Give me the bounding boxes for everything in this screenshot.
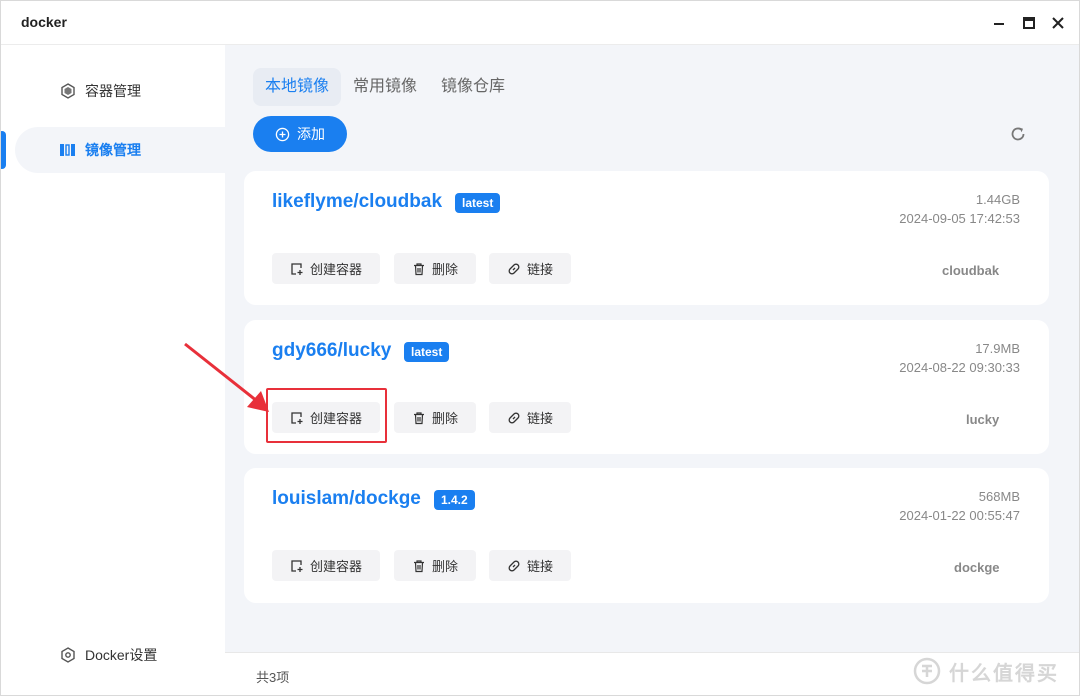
image-size: 568MB — [978, 489, 1020, 504]
link-icon — [508, 263, 520, 274]
add-square-icon — [291, 411, 303, 424]
sidebar: 容器管理 镜像管理 Docker设置 — [1, 45, 225, 695]
create-container-button[interactable]: 创建容器 — [272, 550, 380, 581]
tab-local-images[interactable]: 本地镜像 — [253, 68, 342, 106]
button-label: 删除 — [431, 559, 458, 574]
link-icon — [508, 412, 520, 423]
button-label: 删除 — [431, 262, 458, 277]
watermark-logo-icon — [913, 657, 941, 685]
image-tag-badge: 1.4.2 — [434, 490, 475, 510]
image-card: louislam/dockge 1.4.2 568MB 2024-01-22 0… — [244, 468, 1049, 603]
image-name[interactable]: likeflyme/cloudbak — [272, 191, 442, 213]
close-button[interactable] — [1048, 13, 1068, 33]
image-card: gdy666/lucky latest 17.9MB 2024-08-22 09… — [244, 320, 1049, 454]
delete-button[interactable]: 删除 — [394, 253, 476, 284]
button-label: 删除 — [431, 411, 458, 426]
sidebar-item-docker-settings[interactable]: Docker设置 — [15, 632, 225, 678]
sidebar-item-images[interactable]: 镜像管理 — [15, 127, 225, 173]
add-button-label: 添加 — [297, 126, 325, 142]
image-short-name: lucky — [966, 412, 1000, 427]
minimize-icon — [994, 23, 1004, 25]
image-size: 17.9MB — [975, 341, 1020, 356]
create-container-button[interactable]: 创建容器 — [272, 253, 380, 284]
link-button[interactable]: 链接 — [489, 402, 571, 433]
delete-button[interactable]: 删除 — [394, 550, 476, 581]
image-card: likeflyme/cloudbak latest 1.44GB 2024-09… — [244, 171, 1049, 305]
add-square-icon — [291, 262, 303, 275]
tab-common-images[interactable]: 常用镜像 — [341, 68, 429, 106]
cube-icon — [61, 83, 75, 99]
refresh-icon[interactable] — [1009, 125, 1027, 143]
minimize-button[interactable] — [989, 13, 1009, 33]
active-indicator — [1, 131, 6, 169]
settings-hex-icon — [61, 647, 75, 663]
image-size: 1.44GB — [975, 192, 1020, 207]
image-short-name: cloudbak — [942, 263, 1000, 278]
plus-circle-icon — [275, 127, 290, 141]
button-label: 创建容器 — [309, 262, 362, 277]
button-label: 链接 — [526, 262, 553, 277]
main-panel: 本地镜像 常用镜像 镜像仓库 添加 likeflyme/cloudbak lat… — [225, 45, 1079, 695]
item-count: 共3项 — [256, 670, 290, 685]
button-label: 创建容器 — [309, 411, 362, 426]
maximize-button[interactable] — [1019, 13, 1039, 33]
link-button[interactable]: 链接 — [489, 253, 571, 284]
image-name[interactable]: gdy666/lucky — [272, 340, 391, 362]
sidebar-item-label: Docker设置 — [85, 647, 158, 663]
trash-icon — [413, 559, 424, 572]
tab-bar: 本地镜像 常用镜像 镜像仓库 — [253, 68, 517, 106]
window-title: docker — [21, 14, 67, 30]
add-square-icon — [291, 559, 303, 572]
tab-image-registry[interactable]: 镜像仓库 — [429, 68, 517, 106]
link-icon — [508, 560, 520, 571]
sidebar-item-containers[interactable]: 容器管理 — [15, 68, 225, 114]
image-created-date: 2024-01-22 00:55:47 — [899, 508, 1020, 523]
image-tag-badge: latest — [404, 342, 450, 362]
button-label: 链接 — [526, 559, 553, 574]
sidebar-item-label: 镜像管理 — [85, 142, 141, 158]
button-label: 链接 — [526, 411, 553, 426]
add-button[interactable]: 添加 — [253, 116, 347, 152]
docker-window: docker 容器管理 镜像管理 Docker设置 本地镜像 常用镜像 镜像仓库… — [0, 0, 1080, 696]
close-icon — [1052, 17, 1064, 29]
sidebar-item-label: 容器管理 — [85, 83, 141, 99]
button-label: 创建容器 — [309, 559, 362, 574]
create-container-button[interactable]: 创建容器 — [272, 402, 380, 433]
image-created-date: 2024-08-22 09:30:33 — [899, 360, 1020, 375]
image-name[interactable]: louislam/dockge — [272, 488, 421, 510]
image-layers-icon — [60, 144, 75, 156]
image-tag-badge: latest — [455, 193, 501, 213]
trash-icon — [413, 262, 424, 275]
delete-button[interactable]: 删除 — [394, 402, 476, 433]
watermark: 什么值得买 — [913, 653, 1079, 689]
watermark-text: 什么值得买 — [949, 662, 1059, 685]
image-created-date: 2024-09-05 17:42:53 — [899, 211, 1020, 226]
maximize-icon — [1023, 17, 1035, 29]
link-button[interactable]: 链接 — [489, 550, 571, 581]
trash-icon — [413, 411, 424, 424]
image-short-name: dockge — [954, 560, 1000, 575]
title-bar: docker — [1, 1, 1079, 45]
